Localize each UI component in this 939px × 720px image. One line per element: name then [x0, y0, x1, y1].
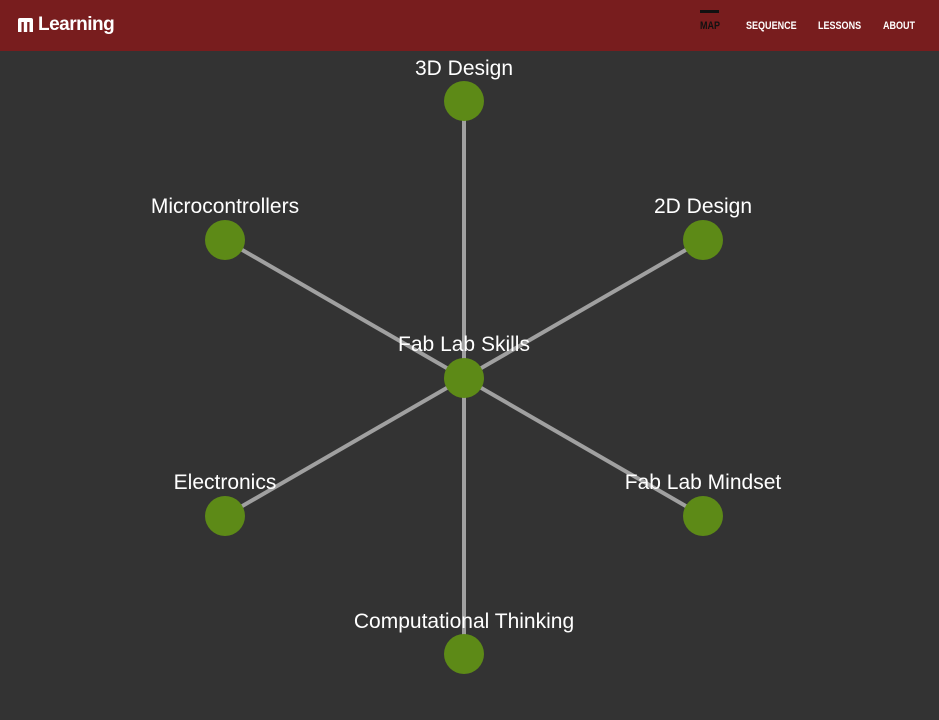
label-electronics: Electronics: [174, 471, 277, 494]
edge-fab-lab-mindset: [462, 376, 705, 518]
label-3d-design: 3D Design: [415, 57, 513, 80]
label-computational-thinking: Computational Thinking: [354, 610, 574, 633]
label-2d-design: 2D Design: [654, 195, 752, 218]
skills-map: 3D Design Microcontrollers 2D Design Fab…: [0, 51, 939, 720]
skills-map-graph: 3D Design Microcontrollers 2D Design Fab…: [151, 57, 782, 674]
label-microcontrollers: Microcontrollers: [151, 195, 299, 218]
nav-sequence[interactable]: SEQUENCE: [746, 20, 797, 32]
node-electronics[interactable]: [205, 496, 245, 536]
node-fab-lab-skills[interactable]: [444, 358, 484, 398]
edge-microcontrollers: [223, 238, 466, 380]
top-nav-bar: Learning MAP SEQUENCE LESSONS ABOUT: [0, 0, 939, 51]
node-fab-lab-mindset[interactable]: [683, 496, 723, 536]
node-2d-design[interactable]: [683, 220, 723, 260]
logo-text: Learning: [38, 14, 115, 35]
nav-about[interactable]: ABOUT: [883, 20, 915, 32]
edge-2d-design: [462, 238, 705, 380]
node-microcontrollers[interactable]: [205, 220, 245, 260]
label-fab-lab-skills: Fab Lab Skills: [398, 333, 530, 356]
edge-electronics: [223, 376, 466, 518]
nav-map[interactable]: MAP: [700, 20, 720, 32]
node-computational-thinking[interactable]: [444, 634, 484, 674]
active-tab-indicator: [700, 10, 719, 13]
m-logo-icon: [18, 18, 33, 32]
site-logo[interactable]: Learning: [18, 14, 115, 36]
node-3d-design[interactable]: [444, 81, 484, 121]
label-fab-lab-mindset: Fab Lab Mindset: [625, 471, 782, 494]
nav-lessons[interactable]: LESSONS: [818, 20, 861, 32]
